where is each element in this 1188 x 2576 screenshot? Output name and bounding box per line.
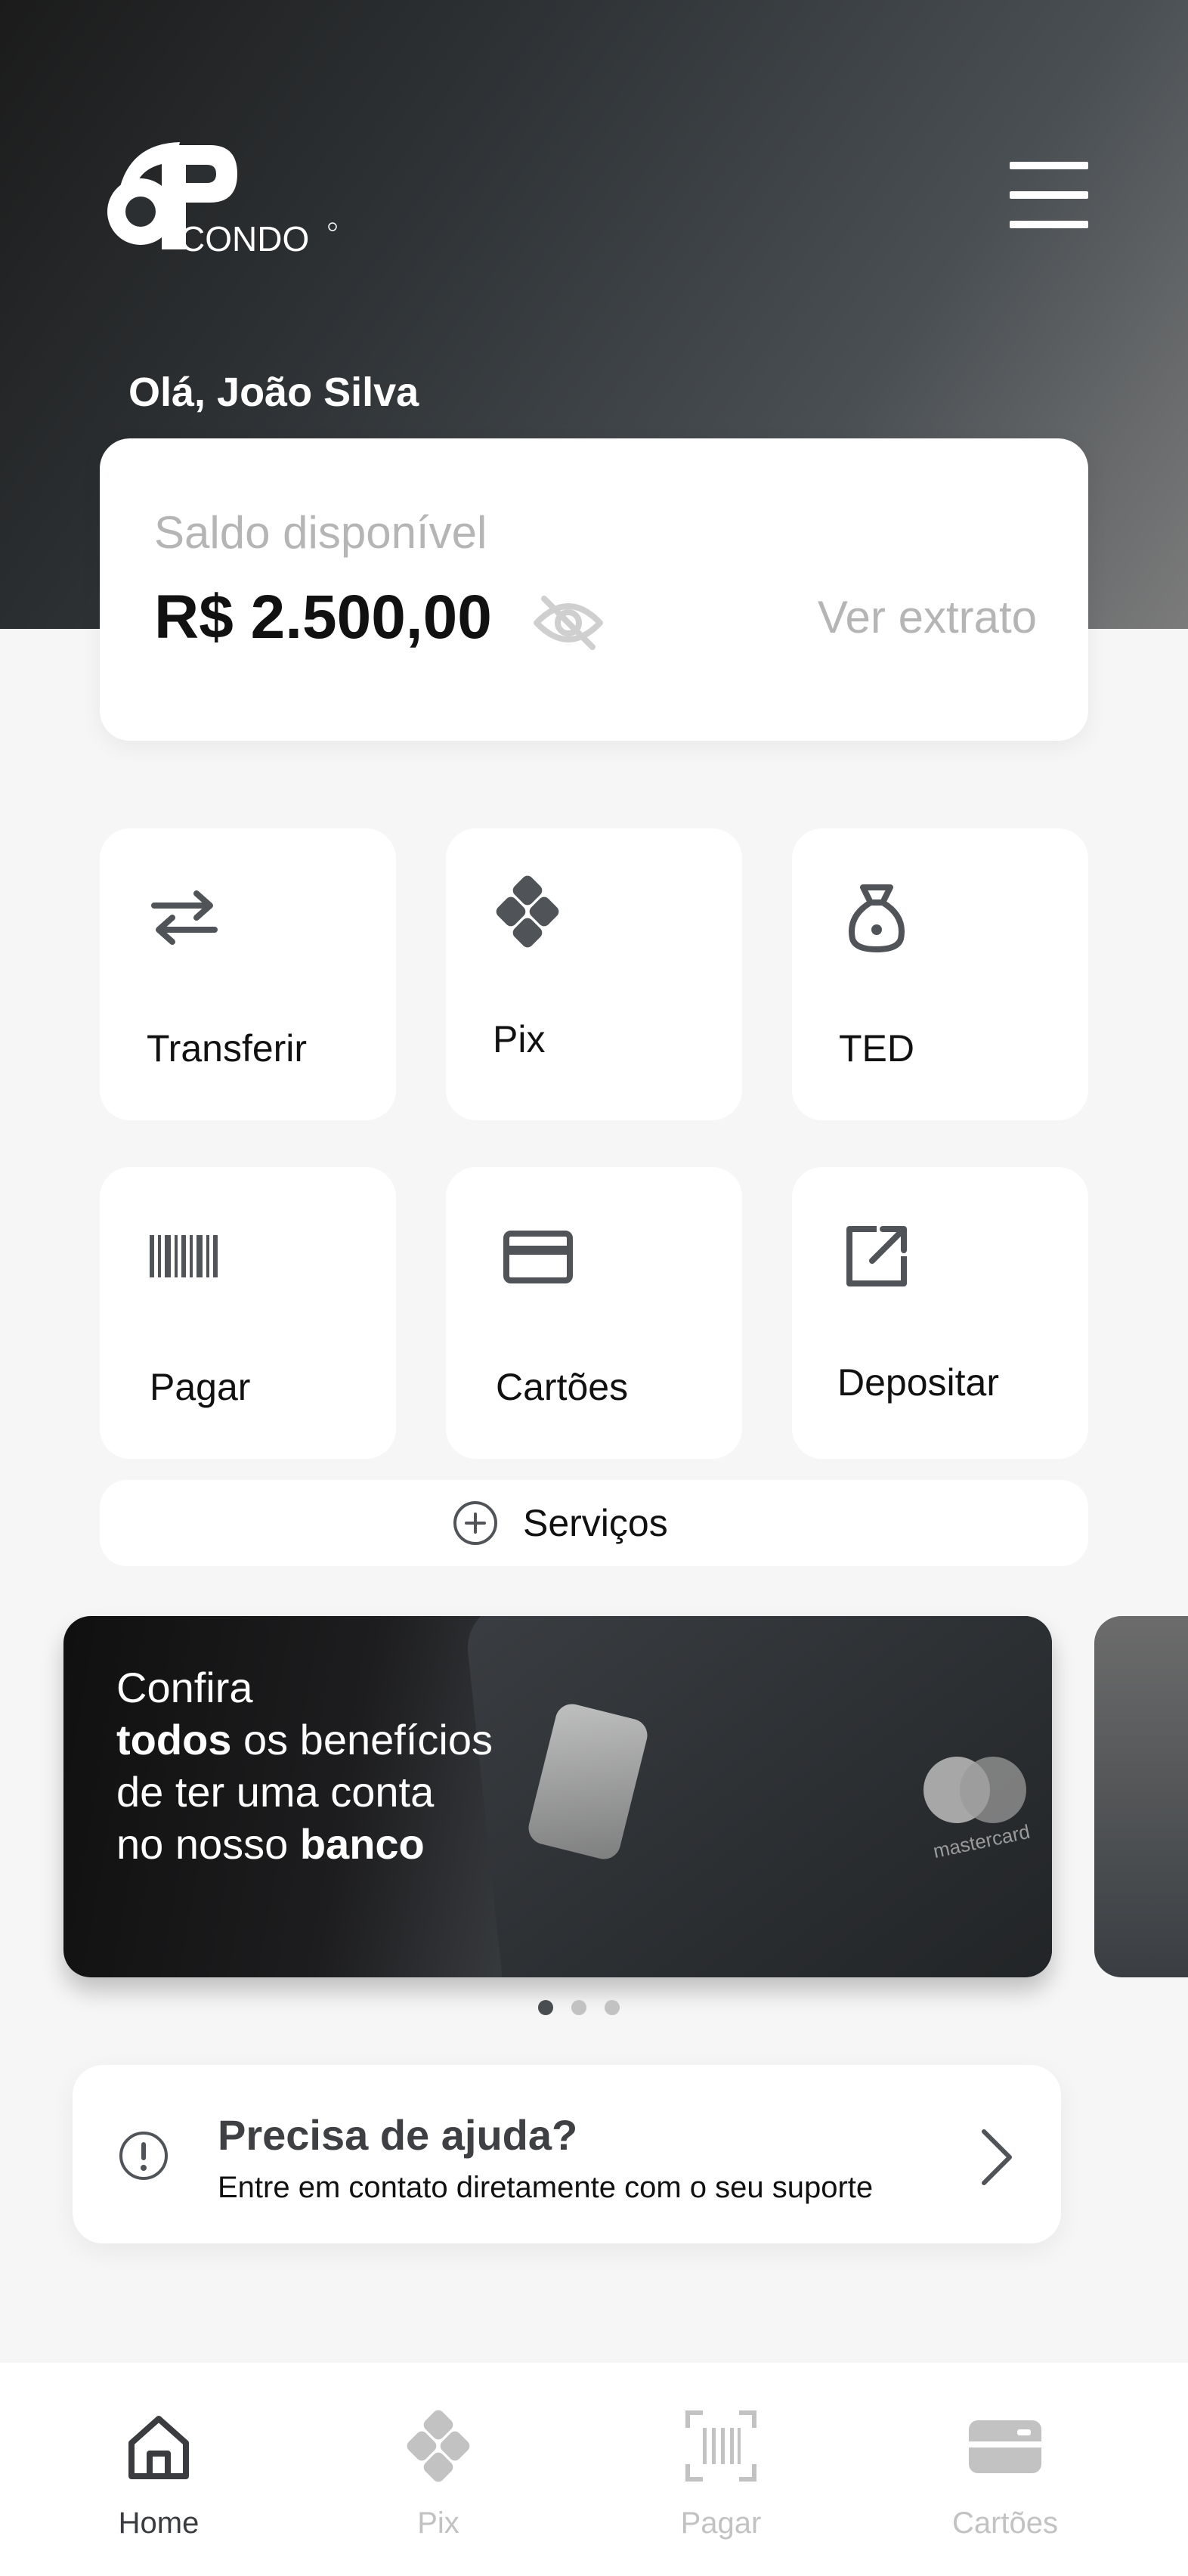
external-link-icon xyxy=(846,1226,907,1286)
action-pay[interactable]: Pagar xyxy=(100,1167,396,1459)
services-label: Serviços xyxy=(523,1502,668,1544)
carousel-dot[interactable] xyxy=(571,2000,586,2015)
pix-icon xyxy=(496,875,559,948)
carousel-dot[interactable] xyxy=(605,2000,620,2015)
card-icon xyxy=(503,1231,573,1283)
eye-off-icon[interactable] xyxy=(532,593,605,653)
hamburger-icon xyxy=(1010,162,1088,169)
balance-label: Saldo disponível xyxy=(154,507,487,558)
menu-button[interactable] xyxy=(1010,159,1088,231)
action-label: Cartões xyxy=(496,1366,629,1408)
barcode-icon xyxy=(150,1235,218,1277)
nav-label: Home xyxy=(118,2506,200,2540)
logo-wordmark: CONDO xyxy=(180,219,309,257)
nav-pay[interactable]: Pagar xyxy=(623,2408,819,2544)
action-deposit[interactable]: Depositar xyxy=(792,1167,1088,1459)
nav-label: Pagar xyxy=(680,2506,762,2540)
carousel-dot-active[interactable] xyxy=(538,2000,553,2015)
help-card[interactable]: Precisa de ajuda? Entre em contato diret… xyxy=(73,2065,1061,2243)
banner-text: Confira todos os benefícios de ter uma c… xyxy=(116,1664,493,1868)
card-icon xyxy=(969,2420,1041,2473)
carousel-indicator xyxy=(529,2000,665,2018)
app-logo: CONDO xyxy=(107,142,337,257)
chevron-right-icon xyxy=(982,2129,1012,2185)
promo-banner[interactable]: mastercard Confira todos os benefícios d… xyxy=(63,1616,1052,1977)
svg-text:mastercard: mastercard xyxy=(931,1820,1032,1862)
action-label: TED xyxy=(839,1027,914,1070)
action-label: Transferir xyxy=(147,1027,308,1070)
action-label: Depositar xyxy=(837,1361,999,1404)
pix-icon xyxy=(407,2410,470,2482)
action-pix[interactable]: Pix xyxy=(446,828,742,1120)
nav-label: Pix xyxy=(417,2506,459,2540)
balance-card: Saldo disponível R$ 2.500,00 Ver extrato xyxy=(100,438,1088,741)
plus-circle-icon xyxy=(453,1501,497,1545)
nav-cards[interactable]: Cartões xyxy=(907,2408,1103,2544)
transfer-icon xyxy=(151,890,218,945)
barcode-scan-icon xyxy=(685,2410,756,2482)
help-subtitle: Entre em contato diretamente com o seu s… xyxy=(218,2171,874,2204)
nav-label: Cartões xyxy=(951,2506,1059,2540)
action-label: Pagar xyxy=(150,1366,251,1408)
action-ted[interactable]: TED xyxy=(792,828,1088,1120)
help-title: Precisa de ajuda? xyxy=(218,2111,578,2159)
alert-icon xyxy=(119,2132,168,2180)
mastercard-logo: mastercard xyxy=(923,1757,1032,1862)
bottom-navigation: Home Pix Pagar Cartões xyxy=(0,2363,1188,2576)
home-icon xyxy=(128,2416,189,2479)
balance-value: R$ 2.500,00 xyxy=(154,583,492,652)
next-banner-peek[interactable] xyxy=(1094,1616,1188,1977)
action-transfer[interactable]: Transferir xyxy=(100,828,396,1120)
nav-home[interactable]: Home xyxy=(60,2408,257,2544)
money-bag-icon xyxy=(849,884,905,952)
view-statement-link[interactable]: Ver extrato xyxy=(818,591,1037,643)
greeting: Olá, João Silva xyxy=(128,370,419,415)
action-label: Pix xyxy=(493,1018,546,1060)
nav-pix[interactable]: Pix xyxy=(340,2408,537,2544)
action-cards[interactable]: Cartões xyxy=(446,1167,742,1459)
services-button[interactable]: Serviços xyxy=(100,1480,1088,1566)
